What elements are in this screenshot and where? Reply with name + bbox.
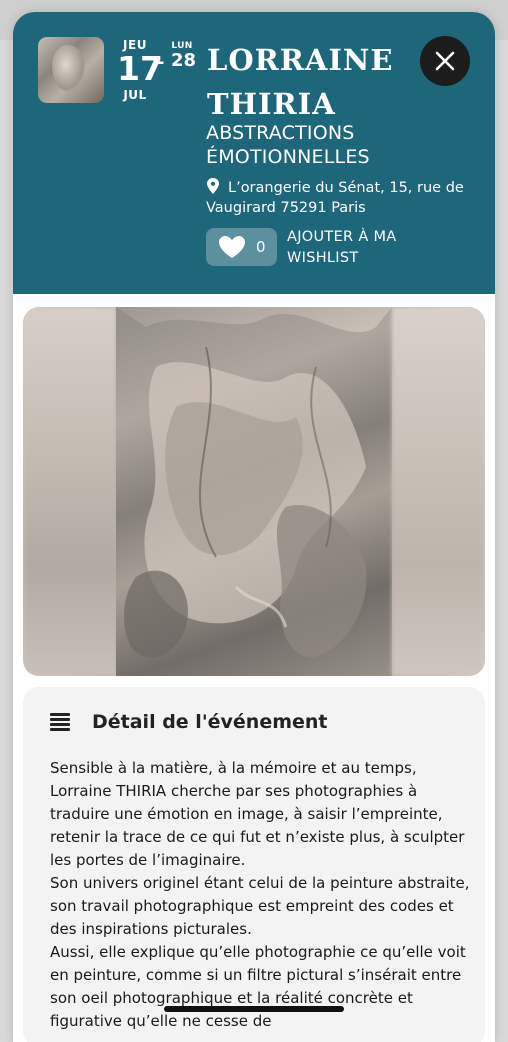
add-to-wishlist-link[interactable]: AJOUTER À MA WISHLIST (287, 227, 447, 269)
date-separator: - (157, 52, 165, 73)
event-modal: JEU 17 JUL - LUN 28 LORRAINE THIRIA ABST… (13, 12, 495, 1042)
artwork-texture (116, 307, 392, 676)
image-blur-left (23, 307, 116, 676)
menu-lines-icon (50, 713, 70, 731)
end-date: LUN 28 (171, 41, 197, 71)
event-description: Sensible à la matière, à la mémoire et a… (50, 757, 470, 1033)
heart-icon (219, 236, 245, 258)
location-pin-icon (207, 178, 219, 194)
close-button[interactable] (420, 36, 470, 86)
image-main (116, 307, 392, 676)
event-details-card: Détail de l'événement Sensible à la mati… (23, 687, 485, 1042)
start-day: 17 (117, 49, 163, 88)
end-day: 28 (171, 50, 197, 71)
exhibition-title: ABSTRACTIONS ÉMOTIONNELLES (206, 122, 370, 168)
start-date: JEU 17 JUL (117, 38, 163, 102)
close-icon (435, 51, 455, 71)
description-paragraph: Aussi, elle explique qu’elle photographi… (50, 943, 466, 1030)
details-header: Détail de l'événement (50, 711, 328, 733)
event-address[interactable]: L’orangerie du Sénat, 15, rue de Vaugira… (206, 178, 476, 218)
wishlist-heart-button[interactable]: 0 (206, 228, 277, 266)
description-paragraph: Son univers originel étant celui de la p… (50, 874, 470, 938)
artwork-image[interactable] (23, 307, 485, 676)
description-paragraph: Sensible à la matière, à la mémoire et a… (50, 759, 465, 869)
artist-name: LORRAINE THIRIA (207, 43, 394, 121)
details-heading: Détail de l'événement (92, 711, 328, 733)
home-indicator[interactable] (164, 1006, 344, 1012)
start-month: JUL (123, 88, 147, 102)
image-blur-right (392, 307, 485, 676)
artwork-thumbnail (38, 37, 104, 103)
event-header: JEU 17 JUL - LUN 28 LORRAINE THIRIA ABST… (13, 12, 495, 294)
address-text: L’orangerie du Sénat, 15, rue de Vaugira… (206, 180, 464, 216)
wishlist-count: 0 (256, 238, 266, 256)
